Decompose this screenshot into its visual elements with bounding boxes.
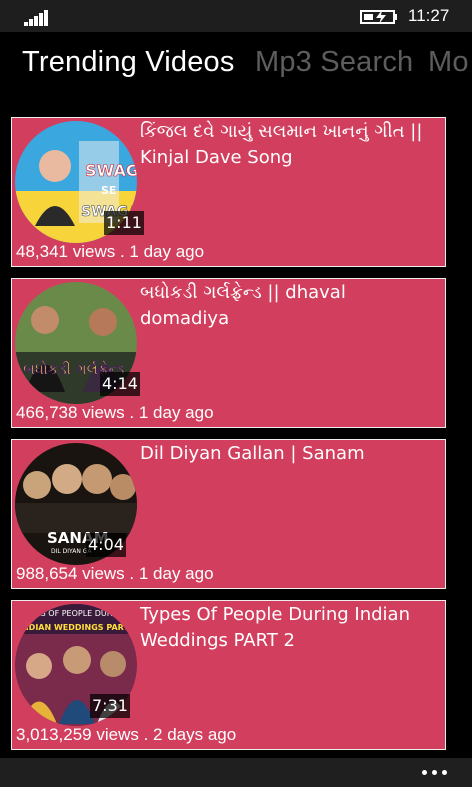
signal-strength-icon: [24, 8, 54, 26]
pivot-header: Trending Videos Mp3 Search Mo: [0, 32, 472, 94]
thumb-text: INDIAN WEDDINGS PART 2: [19, 623, 137, 632]
video-title: Dil Diyan Gallan | Sanam: [140, 443, 365, 464]
video-title: બધોકડી ગર્લફ્રેન્ડ || dhaval domadiya: [140, 282, 346, 329]
video-duration: 1:11: [104, 211, 144, 235]
status-bar: 11:27: [0, 0, 472, 32]
video-duration: 4:04: [86, 533, 126, 557]
tab-mp3-search[interactable]: Mp3 Search: [255, 46, 413, 79]
thumb-text: TYPES OF PEOPLE DURING: [20, 609, 127, 618]
battery-charging-icon: [360, 10, 397, 24]
more-ellipsis-icon[interactable]: [422, 770, 448, 776]
video-title: Types Of People During Indian Weddings P…: [140, 604, 410, 651]
thumb-text: SWAG: [85, 161, 137, 180]
video-meta: 48,341 views . 1 day ago: [16, 242, 205, 261]
video-meta: 988,654 views . 1 day ago: [16, 564, 214, 583]
status-time: 11:27: [408, 6, 450, 25]
thumb-text: SE: [101, 184, 116, 197]
video-card[interactable]: SWAG SE SWAGAT 1:11 કિંજલ દવે ગાયું સલમા…: [11, 117, 446, 267]
video-card[interactable]: બધોકડી ગર્લફ્રેન્ડ 4:14 બધોકડી ગર્લફ્રેન…: [11, 278, 446, 428]
tab-trending-videos[interactable]: Trending Videos: [22, 46, 235, 79]
video-card[interactable]: TYPES OF PEOPLE DURING INDIAN WEDDINGS P…: [11, 600, 446, 750]
app-bar: [0, 758, 472, 787]
video-duration: 7:31: [90, 694, 130, 718]
video-meta: 3,013,259 views . 2 days ago: [16, 725, 237, 744]
video-card[interactable]: SANAM DIL DIYAN GA 4:04 Dil Diyan Gallan…: [11, 439, 446, 589]
tab-more[interactable]: Mo: [428, 46, 469, 79]
video-title: કિંજલ દવે ગાયું સલમાન ખાનનું ગીત || Kinj…: [140, 121, 423, 168]
video-meta: 466,738 views . 1 day ago: [16, 403, 214, 422]
video-duration: 4:14: [100, 372, 140, 396]
